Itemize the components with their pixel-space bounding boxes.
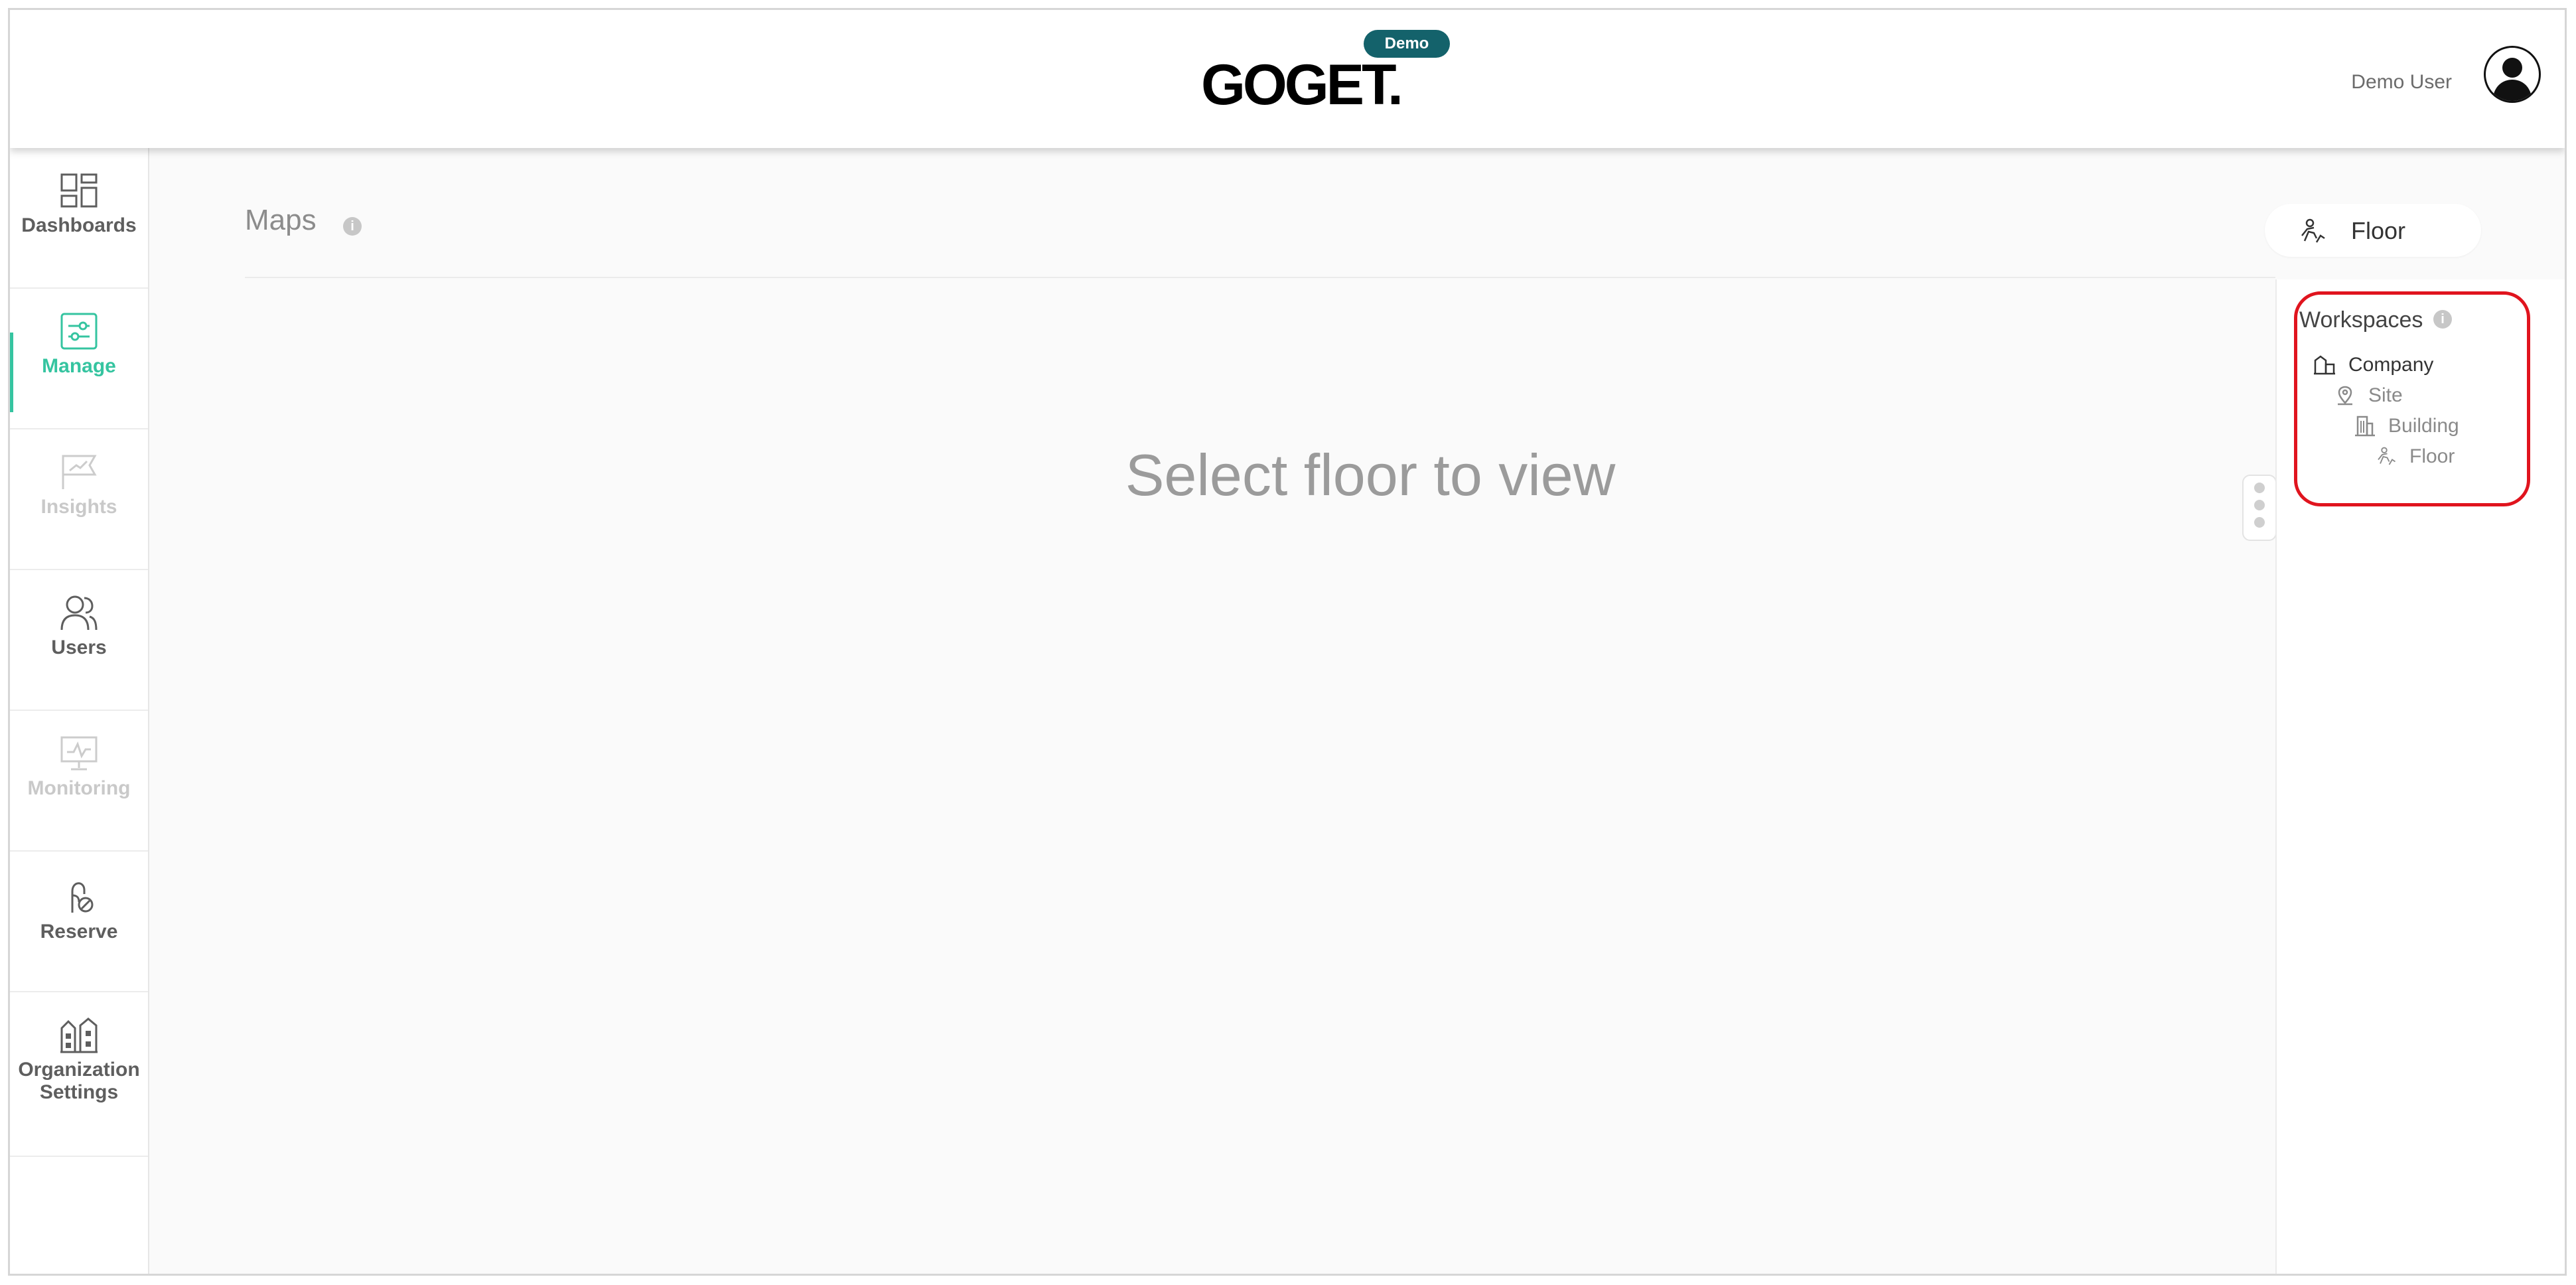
reserve-icon bbox=[71, 882, 94, 913]
sidebar-item-organization-settings[interactable]: Organization Settings bbox=[10, 1016, 148, 1157]
demo-badge: Demo bbox=[1364, 30, 1450, 58]
sidebar-item-reserve[interactable]: Reserve bbox=[10, 875, 148, 992]
site-pin-icon bbox=[2338, 386, 2352, 406]
floor-icon bbox=[2301, 218, 2325, 243]
sidebar-item-label: Organization Settings bbox=[18, 1059, 140, 1103]
top-header: GOGET. Demo Demo User bbox=[10, 10, 2565, 148]
title-divider bbox=[245, 277, 2275, 278]
sidebar-item-label: Monitoring bbox=[27, 777, 131, 799]
sidebar-item-label: Reserve bbox=[40, 921, 118, 943]
tree-item-site[interactable]: Site bbox=[2335, 384, 2403, 407]
empty-state-message: Select floor to view bbox=[1125, 442, 1616, 508]
dashboards-icon bbox=[60, 173, 98, 208]
tree-item-floor[interactable]: Floor bbox=[2376, 445, 2455, 468]
sidebar-item-label: Dashboards bbox=[21, 214, 137, 236]
insights-flag-icon bbox=[62, 455, 97, 489]
building-icon bbox=[2355, 416, 2375, 437]
floor-selector-label: Floor bbox=[2351, 217, 2406, 244]
floor-icon bbox=[2378, 447, 2396, 465]
logo-text: GOGET. bbox=[1201, 53, 1403, 117]
tree-item-label: Company bbox=[2348, 354, 2434, 376]
company-icon bbox=[2314, 355, 2335, 375]
sidebar-item-insights[interactable]: Insights bbox=[10, 453, 148, 570]
sidebar-item-label: Insights bbox=[40, 496, 117, 518]
panel-drag-handle[interactable] bbox=[2242, 475, 2277, 541]
info-icon[interactable]: i bbox=[343, 217, 362, 236]
manage-sliders-icon bbox=[60, 313, 98, 350]
sidebar-item-users[interactable]: Users bbox=[10, 594, 148, 711]
sidebar-nav: Dashboards Manage Insights Users Monitor… bbox=[10, 148, 149, 1274]
sidebar-item-label: Users bbox=[51, 637, 107, 658]
avatar[interactable] bbox=[2484, 46, 2541, 103]
sidebar-item-manage[interactable]: Manage bbox=[10, 313, 148, 429]
user-avatar-icon bbox=[2492, 58, 2532, 101]
workspaces-info-icon[interactable]: i bbox=[2433, 310, 2452, 329]
tree-item-company[interactable]: Company bbox=[2314, 354, 2433, 376]
tree-item-label: Floor bbox=[2409, 445, 2455, 467]
tree-item-building[interactable]: Building bbox=[2355, 415, 2459, 437]
user-name[interactable]: Demo User bbox=[2351, 71, 2452, 94]
tree-item-label: Site bbox=[2368, 384, 2403, 406]
page-title: Maps bbox=[245, 204, 317, 236]
users-icon bbox=[60, 595, 98, 631]
organization-buildings-icon bbox=[60, 1018, 98, 1053]
goget-logo[interactable]: GOGET. bbox=[1201, 53, 1403, 117]
workspaces-title: Workspaces bbox=[2299, 307, 2423, 333]
sidebar-item-monitoring[interactable]: Monitoring bbox=[10, 735, 148, 852]
monitoring-icon bbox=[60, 736, 98, 771]
tree-item-label: Building bbox=[2388, 415, 2459, 437]
sidebar-item-label: Manage bbox=[42, 355, 116, 377]
sidebar-item-dashboards[interactable]: Dashboards bbox=[10, 172, 148, 289]
floor-selector[interactable]: Floor bbox=[2265, 204, 2481, 257]
app-window: GOGET. Demo Demo User Dashboards Manage … bbox=[8, 8, 2567, 1276]
